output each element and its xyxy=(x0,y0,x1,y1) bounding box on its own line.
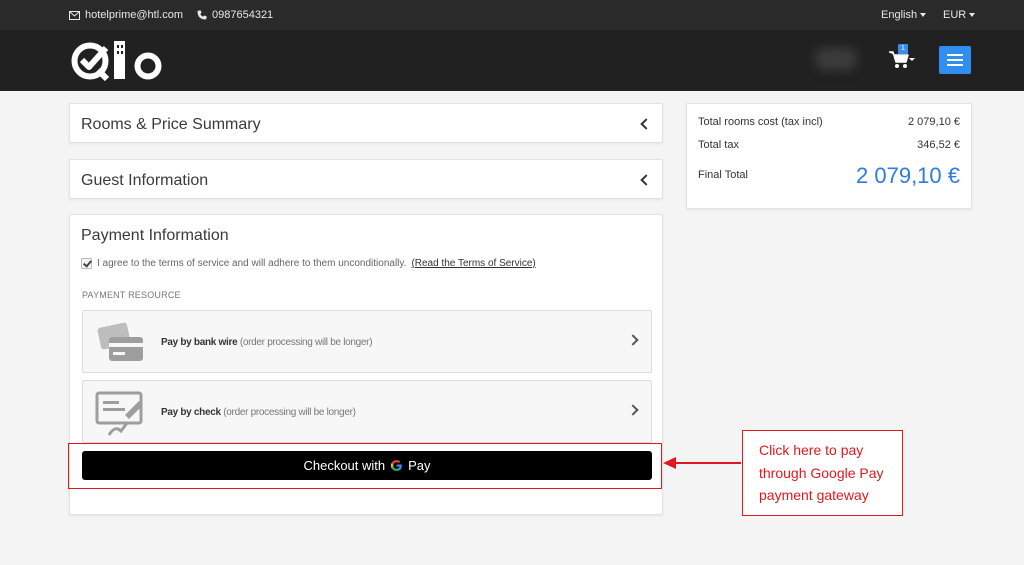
final-total-value: 2 079,10 € xyxy=(856,163,960,188)
chevron-right-icon xyxy=(627,404,639,416)
chevron-left-icon[interactable] xyxy=(640,174,652,186)
rooms-cost-label: Total rooms cost (tax incl) xyxy=(698,116,823,128)
tax-label: Total tax xyxy=(698,139,739,151)
terms-link[interactable]: (Read the Terms of Service) xyxy=(411,258,535,269)
menu-bar xyxy=(947,59,963,61)
phone-text: 0987654321 xyxy=(212,9,274,21)
terms-checkbox[interactable] xyxy=(81,258,92,269)
qlo-logo[interactable] xyxy=(70,37,166,85)
annotation-arrow-head xyxy=(663,457,676,469)
caret-down-icon xyxy=(920,13,927,17)
payment-info-title: Payment Information xyxy=(81,227,229,244)
bank-wire-note: (order processing will be longer) xyxy=(237,337,373,348)
check-label: Pay by check (order processing will be l… xyxy=(161,407,356,418)
guest-info-title: Guest Information xyxy=(81,172,209,189)
top-bar: hotelprime@htl.com 0987654321 English EU… xyxy=(0,0,1024,30)
pay-by-check-option[interactable]: Pay by check (order processing will be l… xyxy=(82,380,652,443)
terms-text: I agree to the terms of service and will… xyxy=(97,258,407,269)
check-name: Pay by check xyxy=(161,407,221,418)
email-text: hotelprime@htl.com xyxy=(85,9,183,21)
tax-value: 346,52 € xyxy=(917,139,960,151)
final-total-label: Final Total xyxy=(698,169,748,181)
gpay-pay-text: Pay xyxy=(408,458,431,473)
payment-resource-label: PAYMENT RESOURCE xyxy=(82,290,181,300)
user-info-blurred[interactable] xyxy=(815,48,857,70)
terms-agreement: I agree to the terms of service and will… xyxy=(81,258,536,269)
language-selector[interactable]: English xyxy=(881,9,927,21)
bank-wire-label: Pay by bank wire (order processing will … xyxy=(161,337,373,348)
rooms-cost-row: Total rooms cost (tax incl) 2 079,10 € xyxy=(698,116,960,128)
bank-wire-name: Pay by bank wire xyxy=(161,337,238,348)
annotation-arrow-line xyxy=(675,462,741,464)
google-g-icon xyxy=(390,460,403,471)
menu-bar xyxy=(947,64,963,66)
currency-selector[interactable]: EUR xyxy=(943,9,976,21)
caret-down-icon xyxy=(969,13,976,17)
gpay-label: Checkout with xyxy=(303,458,386,473)
contact-email[interactable]: hotelprime@htl.com xyxy=(69,9,183,21)
chevron-left-icon[interactable] xyxy=(640,118,652,130)
pay-by-bank-wire-option[interactable]: Pay by bank wire (order processing will … xyxy=(82,310,652,373)
rooms-cost-value: 2 079,10 € xyxy=(908,116,960,128)
language-label: English xyxy=(881,9,918,21)
phone-icon xyxy=(197,10,207,20)
bank-card-icon xyxy=(97,322,143,361)
annotation-callout: Click here to pay through Google Pay pay… xyxy=(742,430,903,516)
check-note: (order processing will be longer) xyxy=(220,407,356,418)
rooms-summary-panel[interactable]: Rooms & Price Summary xyxy=(69,103,663,143)
cart-count-badge: 1 xyxy=(898,44,908,54)
guest-info-panel[interactable]: Guest Information xyxy=(69,159,663,199)
envelope-icon xyxy=(69,10,80,20)
checkout-with-gpay-button[interactable]: Checkout with Pay xyxy=(82,451,652,480)
hamburger-menu-button[interactable] xyxy=(939,46,971,74)
currency-label: EUR xyxy=(943,9,967,21)
tax-row: Total tax 346,52 € xyxy=(698,139,960,151)
chevron-right-icon xyxy=(627,334,639,346)
rooms-summary-title: Rooms & Price Summary xyxy=(81,116,261,133)
menu-bar xyxy=(947,54,963,56)
check-pen-icon xyxy=(95,391,143,436)
contact-phone[interactable]: 0987654321 xyxy=(197,9,273,21)
